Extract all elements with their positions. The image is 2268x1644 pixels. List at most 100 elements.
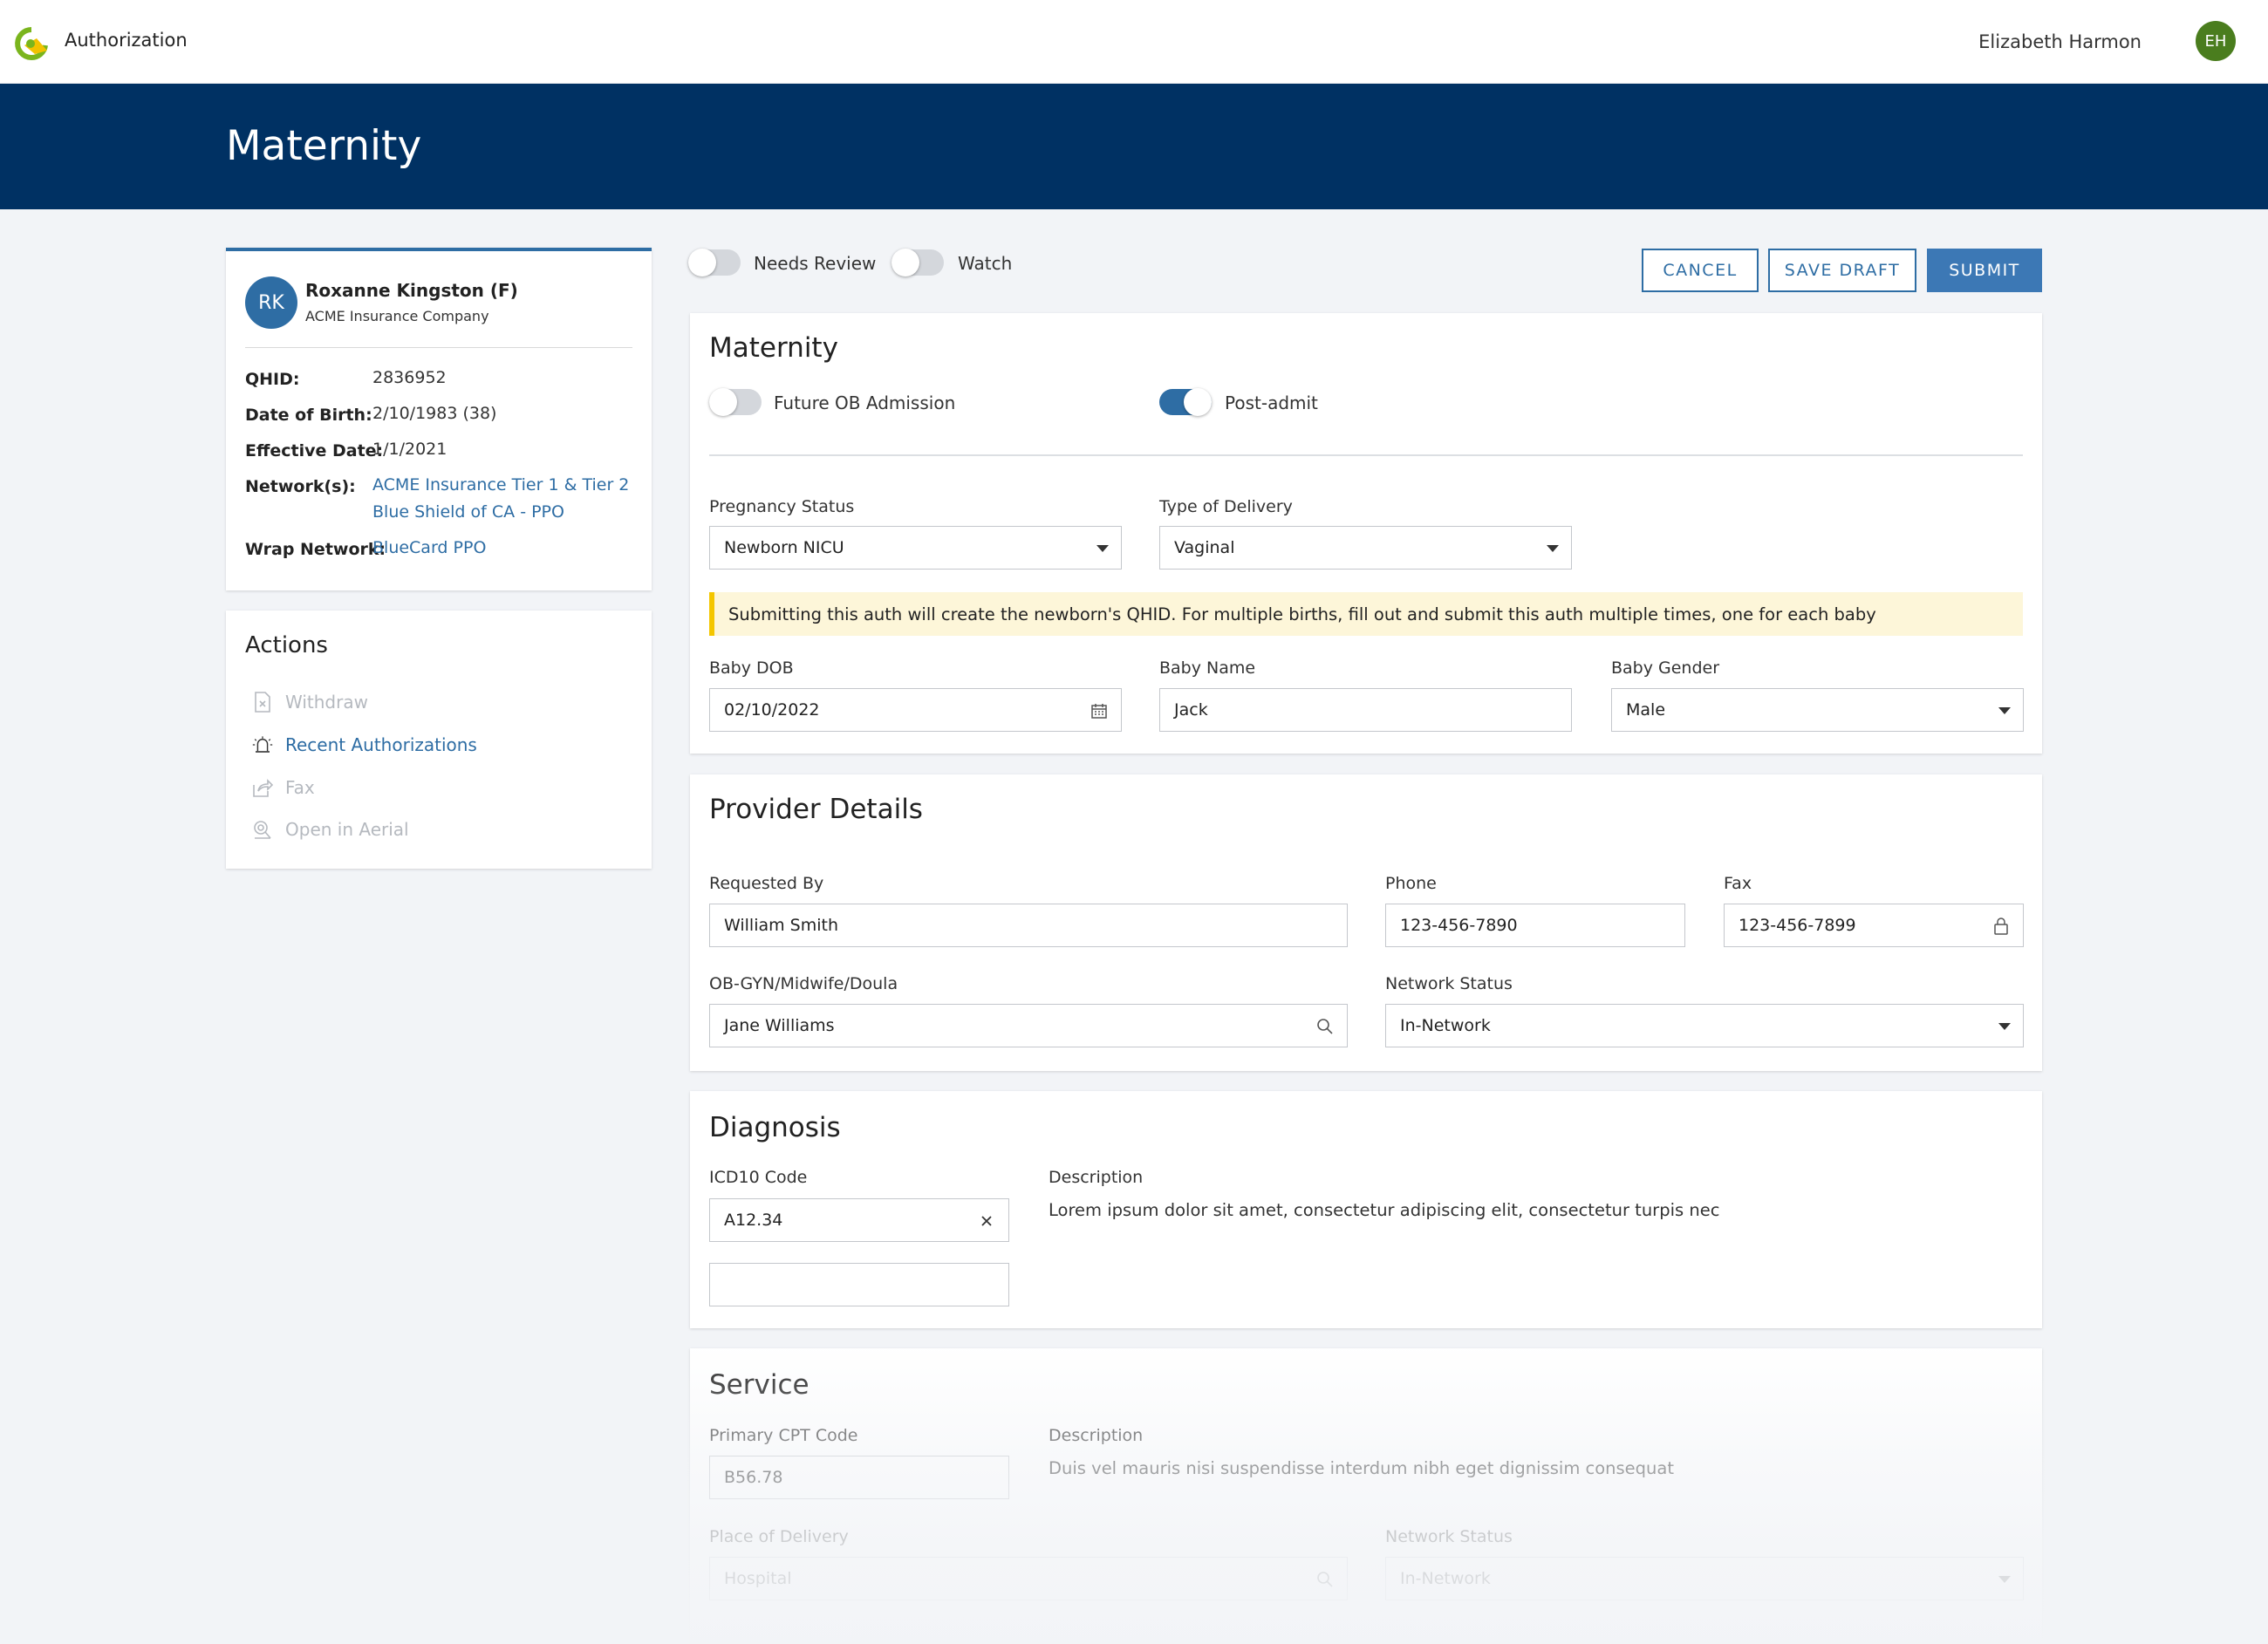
fax-label: Fax — [285, 777, 315, 798]
toggle-knob — [1184, 388, 1212, 416]
search-icon[interactable] — [1315, 1017, 1335, 1036]
close-icon[interactable] — [977, 1211, 996, 1231]
patient-name: Roxanne Kingston (F) — [305, 280, 518, 301]
network-status-label: Network Status — [1385, 974, 1513, 993]
type-of-delivery-value: Vaginal — [1174, 538, 1235, 557]
divider — [245, 347, 632, 348]
obgyn-value: Jane Williams — [724, 1016, 835, 1035]
phone-input[interactable]: 123-456-7890 — [1385, 904, 1685, 947]
newborn-notice: Submitting this auth will create the new… — [709, 592, 2023, 636]
phone-label: Phone — [1385, 874, 1437, 893]
icd10-code-label: ICD10 Code — [709, 1168, 808, 1187]
actions-card: Actions Withdraw Recent Authorizations F… — [226, 611, 652, 869]
recent-authorizations-action[interactable]: Recent Authorizations — [252, 734, 477, 755]
effective-date-label: Effective Date: — [245, 441, 384, 460]
qhid-value: 2836952 — [372, 368, 447, 387]
diagnosis-card: Diagnosis ICD10 Code A12.34 Description … — [690, 1091, 2042, 1328]
lock-icon — [1991, 917, 2011, 936]
fax-value: 123-456-7899 — [1739, 916, 1856, 935]
withdraw-action[interactable]: Withdraw — [252, 692, 368, 713]
service-network-status-select[interactable]: In-Network — [1385, 1557, 2024, 1600]
patient-card: RK Roxanne Kingston (F) ACME Insurance C… — [226, 248, 652, 590]
chevron-down-icon — [1547, 545, 1559, 552]
page-banner: Maternity — [0, 84, 2268, 209]
future-ob-admission-toggle[interactable] — [709, 388, 762, 416]
app-logo-icon[interactable] — [12, 24, 54, 61]
dob-value: 2/10/1983 (38) — [372, 404, 497, 423]
type-of-delivery-select[interactable]: Vaginal — [1159, 526, 1572, 570]
patient-insurance: ACME Insurance Company — [305, 308, 489, 324]
service-description: Duis vel mauris nisi suspendisse interdu… — [1049, 1458, 1675, 1478]
icd10-code-input-empty[interactable] — [709, 1263, 1009, 1306]
wrap-network-label: Wrap Network: — [245, 540, 386, 559]
post-admit-label: Post-admit — [1225, 392, 1318, 413]
baby-name-input[interactable]: Jack — [1159, 688, 1572, 732]
document-x-icon — [252, 692, 273, 713]
maternity-card: Maternity Future OB Admission Post-admit… — [690, 313, 2042, 754]
cancel-button[interactable]: CANCEL — [1642, 249, 1759, 292]
primary-cpt-code-input[interactable]: B56.78 — [709, 1456, 1009, 1499]
open-in-aerial-label: Open in Aerial — [285, 819, 409, 840]
service-network-status-label: Network Status — [1385, 1527, 1513, 1546]
aerial-icon — [252, 819, 273, 840]
diagnosis-description: Lorem ipsum dolor sit amet, consectetur … — [1049, 1200, 1720, 1220]
service-card: Service Primary CPT Code B56.78 Descript… — [690, 1348, 2042, 1644]
network-link[interactable]: Blue Shield of CA - PPO — [372, 499, 564, 526]
qhid-label: QHID: — [245, 370, 300, 389]
chevron-down-icon — [1998, 1576, 2011, 1583]
networks-label: Network(s): — [245, 477, 356, 496]
requested-by-label: Requested By — [709, 874, 824, 893]
baby-dob-input[interactable]: 02/10/2022 — [709, 688, 1122, 732]
type-of-delivery-label: Type of Delivery — [1159, 497, 1293, 516]
search-icon[interactable] — [1315, 1570, 1335, 1589]
phone-value: 123-456-7890 — [1400, 916, 1518, 935]
pregnancy-status-value: Newborn NICU — [724, 538, 844, 557]
fax-action[interactable]: Fax — [252, 777, 315, 798]
baby-name-value: Jack — [1174, 700, 1208, 720]
obgyn-label: OB-GYN/Midwife/Doula — [709, 974, 898, 993]
baby-gender-select[interactable]: Male — [1611, 688, 2024, 732]
service-title: Service — [709, 1369, 810, 1401]
place-of-delivery-value: Hospital — [724, 1569, 792, 1588]
alarm-light-icon — [252, 734, 273, 755]
divider — [709, 454, 2023, 456]
icd10-code-input[interactable]: A12.34 — [709, 1198, 1009, 1242]
effective-date-value: 1/1/2021 — [372, 440, 447, 459]
provider-details-card: Provider Details Requested By William Sm… — [690, 774, 2042, 1071]
patient-avatar: RK — [245, 276, 297, 329]
future-ob-admission-label: Future OB Admission — [774, 392, 956, 413]
place-of-delivery-input[interactable]: Hospital — [709, 1557, 1348, 1600]
save-draft-button[interactable]: SAVE DRAFT — [1768, 249, 1916, 292]
chevron-down-icon — [1998, 1023, 2011, 1030]
requested-by-input[interactable]: William Smith — [709, 904, 1348, 947]
network-link[interactable]: ACME Insurance Tier 1 & Tier 2 — [372, 472, 629, 499]
recent-authorizations-label: Recent Authorizations — [285, 734, 477, 755]
pregnancy-status-label: Pregnancy Status — [709, 497, 855, 516]
user-avatar[interactable]: EH — [2196, 21, 2236, 61]
baby-dob-label: Baby DOB — [709, 658, 794, 678]
baby-dob-value: 02/10/2022 — [724, 700, 820, 720]
toggle-knob — [709, 388, 737, 416]
open-in-aerial-action[interactable]: Open in Aerial — [252, 819, 409, 840]
pregnancy-status-select[interactable]: Newborn NICU — [709, 526, 1122, 570]
toggle-knob — [891, 249, 919, 276]
needs-review-toggle[interactable] — [688, 249, 741, 276]
primary-cpt-code-label: Primary CPT Code — [709, 1426, 858, 1445]
watch-toggle[interactable] — [891, 249, 944, 276]
actions-title: Actions — [245, 632, 328, 658]
requested-by-value: William Smith — [724, 916, 839, 935]
page-title: Maternity — [226, 122, 422, 170]
fax-input[interactable]: 123-456-7899 — [1724, 904, 2024, 947]
baby-gender-label: Baby Gender — [1611, 658, 1720, 678]
post-admit-toggle[interactable] — [1159, 388, 1212, 416]
fax-label: Fax — [1724, 874, 1752, 893]
submit-button[interactable]: SUBMIT — [1927, 249, 2042, 292]
network-status-select[interactable]: In-Network — [1385, 1004, 2024, 1047]
user-name[interactable]: Elizabeth Harmon — [1978, 31, 2142, 52]
icd10-code-value: A12.34 — [724, 1211, 783, 1230]
calendar-icon[interactable] — [1090, 701, 1109, 720]
wrap-network-link[interactable]: BlueCard PPO — [372, 535, 486, 562]
service-network-status-value: In-Network — [1400, 1569, 1491, 1588]
place-of-delivery-label: Place of Delivery — [709, 1527, 849, 1546]
obgyn-search-input[interactable]: Jane Williams — [709, 1004, 1348, 1047]
